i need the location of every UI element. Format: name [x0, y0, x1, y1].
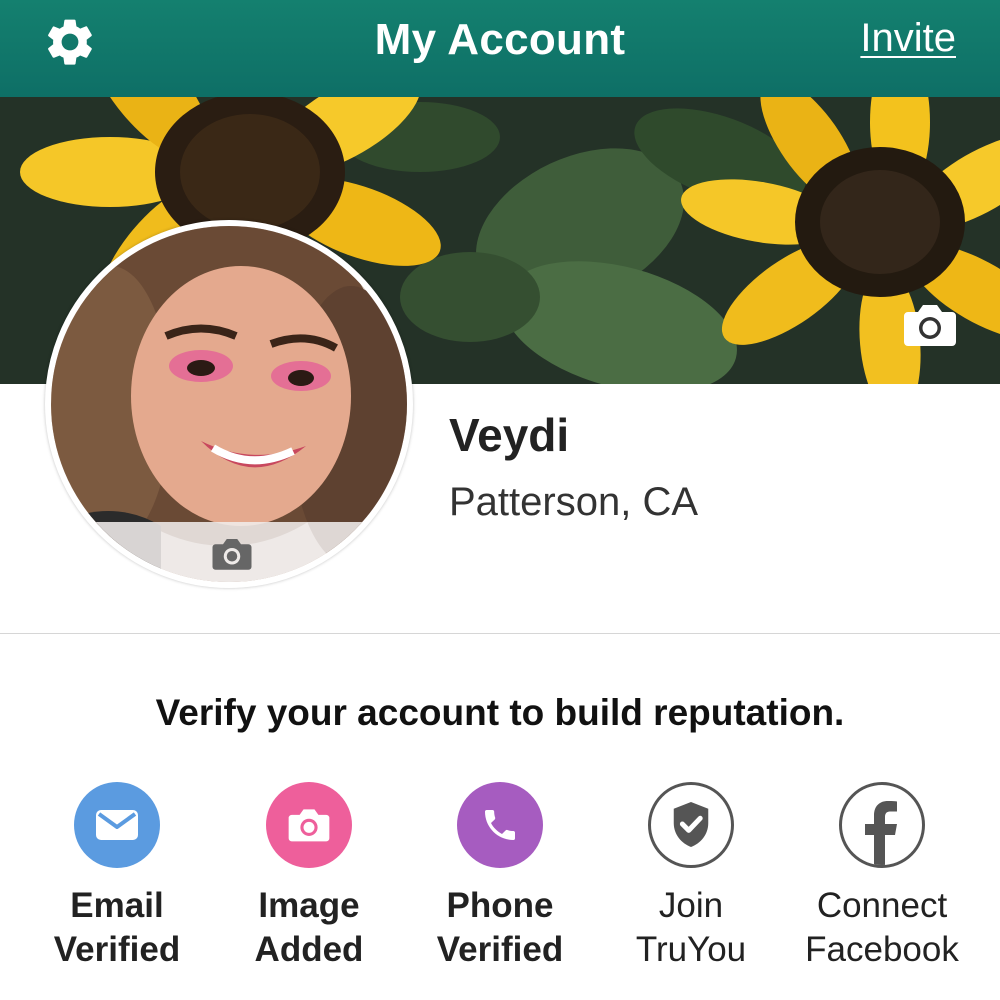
badge-email[interactable]: Email Verified	[22, 782, 212, 972]
badge-status: Facebook	[805, 930, 959, 969]
gear-icon[interactable]	[40, 12, 100, 72]
badge-phone[interactable]: Phone Verified	[405, 782, 595, 972]
badge-label: Connect	[816, 886, 948, 925]
badge-label: Phone	[446, 886, 554, 925]
badge-status: TruYou	[635, 930, 747, 969]
badge-label: Image	[258, 886, 360, 925]
facebook-icon	[839, 782, 925, 868]
top-app-bar: My Account Invite	[0, 0, 1000, 97]
shield-check-icon	[648, 782, 734, 868]
badge-label: Join	[658, 886, 724, 925]
profile-name: Veydi	[449, 409, 570, 461]
phone-icon	[457, 782, 543, 868]
badge-truyou[interactable]: Join TruYou	[596, 782, 786, 972]
verification-badges: Email Verified Image Added Phone Verifie…	[0, 782, 1000, 992]
verify-heading: Verify your account to build reputation.	[155, 692, 845, 733]
camera-icon	[266, 782, 352, 868]
profile-location: Patterson, CA	[449, 480, 699, 524]
badge-label: Email	[70, 886, 164, 925]
badge-image[interactable]: Image Added	[214, 782, 404, 972]
badge-status: Verified	[53, 930, 181, 969]
badge-facebook[interactable]: Connect Facebook	[787, 782, 977, 972]
camera-icon[interactable]	[211, 536, 253, 572]
divider	[0, 633, 1000, 634]
badge-status: Verified	[436, 930, 564, 969]
badge-status: Added	[254, 930, 364, 969]
camera-icon[interactable]	[902, 302, 958, 348]
page-title: My Account	[374, 14, 626, 64]
envelope-icon	[74, 782, 160, 868]
avatar[interactable]	[45, 220, 413, 588]
invite-link[interactable]: Invite	[860, 16, 956, 61]
